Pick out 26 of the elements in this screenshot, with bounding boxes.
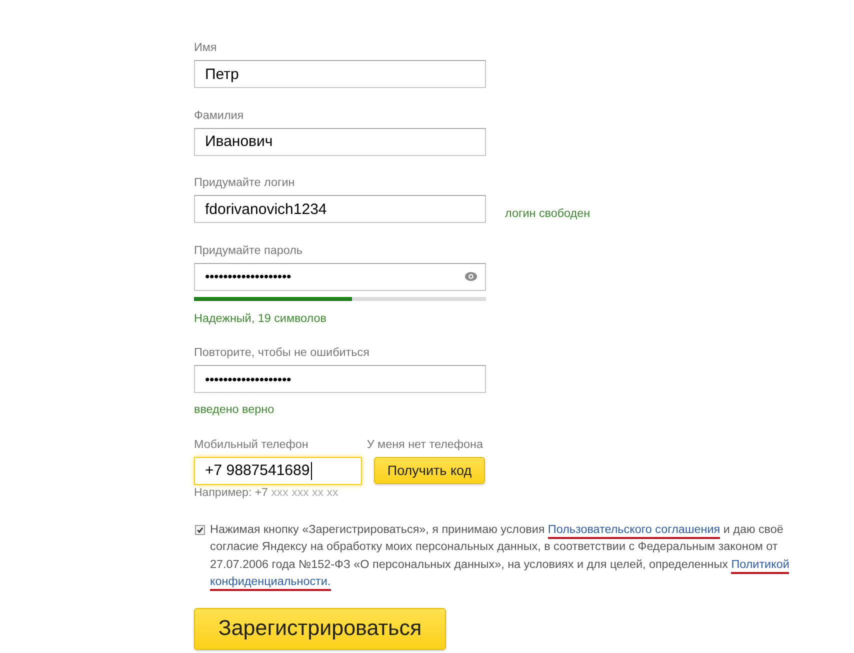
field-label: Повторите, чтобы не ошибиться [194, 345, 370, 360]
eye-icon[interactable] [465, 272, 477, 281]
field-label: Мобильный телефон [194, 436, 308, 452]
password-input-field[interactable]: ••••••••••••••••••• [194, 365, 486, 393]
field-label: Придумайте пароль [194, 242, 302, 258]
phone-format-hint: Например: +7 xxx xxx xx xx [194, 486, 338, 500]
agreement-checkbox[interactable] [195, 524, 205, 534]
field-label: Фамилия [194, 108, 244, 122]
document-link[interactable]: Политикой [731, 558, 790, 574]
document-link[interactable]: конфиденциальности. [210, 575, 331, 591]
document-link[interactable]: Пользовательского соглашения [548, 522, 720, 538]
text-cursor-icon [310, 462, 312, 480]
password-strength-text: Надежный, 19 символов [194, 310, 326, 326]
text-input-field[interactable]: Иванович [194, 128, 486, 156]
text-input-field[interactable]: fdorivanovich1234 [194, 195, 486, 223]
field-label: Придумайте логин [194, 175, 295, 190]
field-label: Имя [194, 40, 217, 55]
password-input-field[interactable]: ••••••••••••••••••• [194, 262, 486, 290]
login-status-text: логин свободен [505, 206, 590, 220]
no-phone-link[interactable]: У меня нет телефона [366, 436, 483, 452]
agreement-text: Нажимая кнопку «Зарегистрироваться», я принимаю условия Пользовательского соглашения и даю своё согласие Яндексу на обработку моих персональных данных, в соответствии с Федеральным законом от 27.07.2006 года №152-ФЗ «О персональных данных», на условиях и для целей, определенных Политикой конфиденциальности. [210, 520, 795, 590]
get-code-button[interactable]: Получить код [374, 456, 485, 484]
password-match-text: введено верно [194, 402, 274, 417]
phone-input-field[interactable]: +7 9887541689 [194, 456, 362, 484]
text-input-field[interactable]: Петр [194, 60, 486, 88]
register-button[interactable]: Зарегистрироваться [194, 608, 446, 650]
